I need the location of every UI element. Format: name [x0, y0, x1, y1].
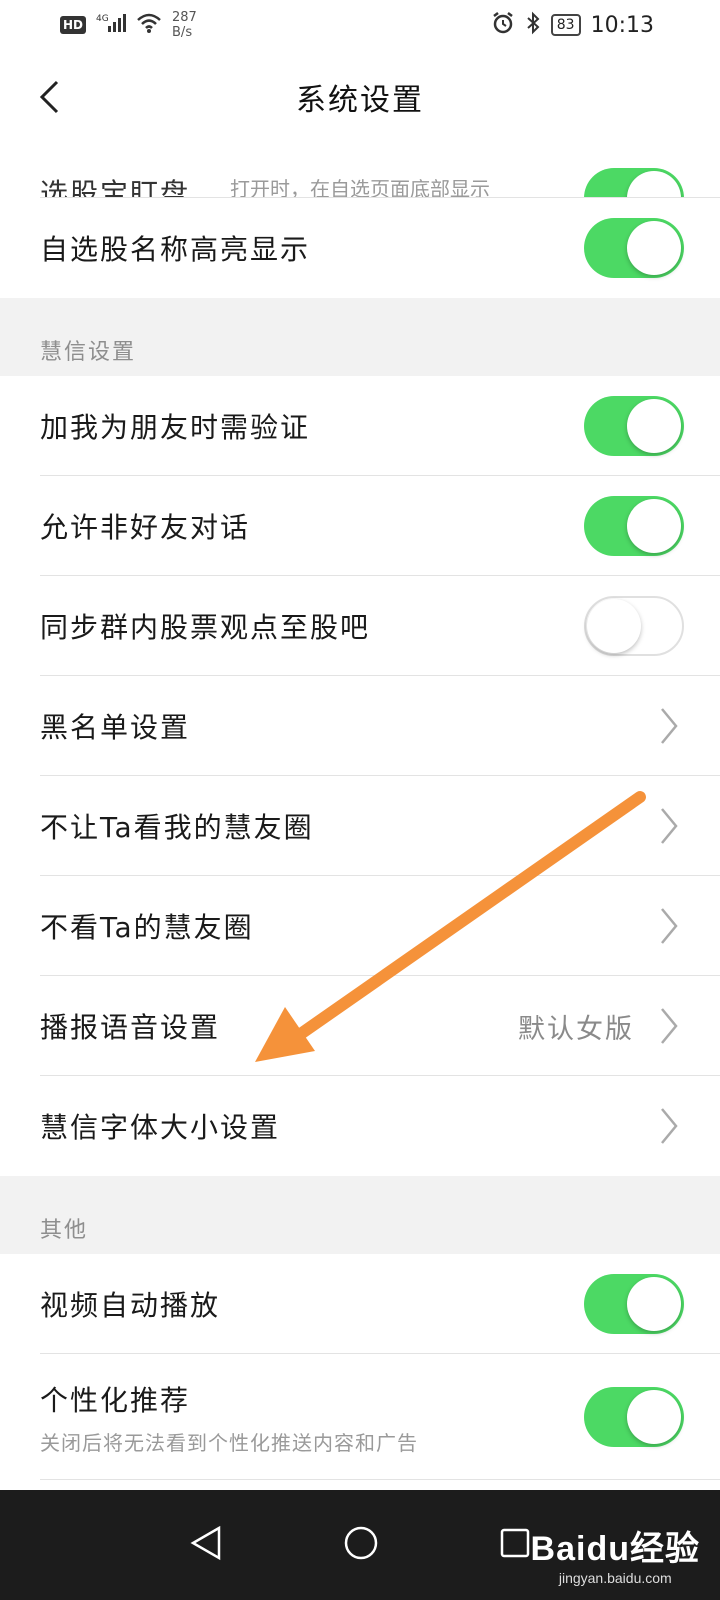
settings-row-personalized-recommend[interactable]: 个性化推荐 关闭后将无法看到个性化推送内容和广告 — [0, 1354, 720, 1480]
divider — [40, 1479, 720, 1480]
settings-row-sync-to-guba[interactable]: 同步群内股票观点至股吧 — [0, 576, 720, 676]
settings-row-video-autoplay[interactable]: 视频自动播放 — [0, 1254, 720, 1354]
toggle-knob — [627, 221, 681, 275]
battery-indicator: 83 — [550, 14, 581, 36]
back-triangle-icon[interactable] — [189, 1525, 223, 1565]
toggle-switch[interactable] — [584, 168, 684, 198]
row-label: 自选股名称高亮显示 — [40, 233, 311, 266]
toggle-switch[interactable] — [584, 496, 684, 556]
chevron-left-icon — [39, 80, 59, 114]
network-speed: 287 B/s — [172, 10, 197, 40]
row-label: 视频自动播放 — [40, 1289, 221, 1322]
row-value: 默认女版 — [518, 1013, 634, 1045]
settings-row-font-size[interactable]: 慧信字体大小设置 — [0, 1076, 720, 1176]
toggle-knob — [587, 599, 641, 653]
settings-row-friend-verify[interactable]: 加我为朋友时需验证 — [0, 376, 720, 476]
status-left: HD 4G 287 B/s — [60, 10, 197, 40]
system-nav-bar: Baidu经验 jingyan.baidu.com — [0, 1490, 720, 1600]
settings-row-blacklist[interactable]: 黑名单设置 — [0, 676, 720, 776]
bluetooth-icon — [525, 11, 541, 40]
toggle-switch[interactable] — [584, 596, 684, 656]
settings-row-allow-stranger-chat[interactable]: 允许非好友对话 — [0, 476, 720, 576]
alarm-icon — [491, 11, 515, 40]
settings-row-voice-broadcast[interactable]: 播报语音设置 默认女版 — [0, 976, 720, 1076]
back-button[interactable] — [24, 72, 74, 122]
settings-row-hide-moments-from[interactable]: 不让Ta看我的慧友圈 — [0, 776, 720, 876]
toggle-knob — [627, 399, 681, 453]
row-label: 个性化推荐 — [40, 1383, 191, 1417]
row-sublabel: 关闭后将无法看到个性化推送内容和广告 — [40, 1430, 418, 1455]
toggle-knob — [627, 171, 681, 198]
section-title: 慧信设置 — [40, 340, 137, 365]
row-label: 慧信字体大小设置 — [40, 1111, 281, 1144]
signal-icon: 4G — [96, 12, 127, 39]
baidu-watermark: Baidu经验 jingyan.baidu.com — [531, 1521, 700, 1586]
status-bar: HD 4G 287 B/s 83 10:13 — [0, 0, 720, 50]
clock: 10:13 — [590, 12, 654, 38]
row-label: 加我为朋友时需验证 — [40, 411, 311, 444]
toggle-knob — [627, 1390, 681, 1444]
watermark-main: Baidu经验 — [530, 1530, 700, 1568]
watermark-sub: jingyan.baidu.com — [558, 1570, 672, 1586]
chevron-right-icon — [654, 704, 684, 748]
row-label: 允许非好友对话 — [40, 511, 251, 544]
toggle-switch[interactable] — [584, 396, 684, 456]
row-label: 同步群内股票观点至股吧 — [40, 611, 371, 644]
chevron-right-icon — [654, 1104, 684, 1148]
row-label: 不让Ta看我的慧友圈 — [40, 811, 314, 844]
chevron-right-icon — [654, 804, 684, 848]
wifi-icon — [136, 12, 162, 39]
toggle-switch[interactable] — [584, 218, 684, 278]
home-circle-icon[interactable] — [343, 1525, 379, 1565]
row-label: 不看Ta的慧友圈 — [40, 911, 254, 944]
settings-row-stock-monitor[interactable]: 选股宝盯盘 打开时，在自选页面底部显示 — [0, 142, 720, 198]
chevron-right-icon — [654, 904, 684, 948]
network-type: 4G — [96, 14, 109, 24]
header: 系统设置 — [0, 52, 720, 142]
section-header-huixin: 慧信设置 — [0, 298, 720, 376]
row-hint: 打开时，在自选页面底部显示 — [230, 177, 491, 198]
page-title: 系统设置 — [296, 83, 424, 118]
recents-square-icon[interactable] — [499, 1527, 531, 1563]
toggle-switch[interactable] — [584, 1387, 684, 1447]
row-label: 播报语音设置 — [40, 1011, 221, 1044]
toggle-knob — [627, 499, 681, 553]
network-speed-value: 287 — [172, 10, 197, 25]
row-label: 黑名单设置 — [40, 711, 191, 744]
row-label: 选股宝盯盘 — [40, 177, 191, 198]
section-header-other: 其他 — [0, 1176, 720, 1254]
toggle-knob — [627, 1277, 681, 1331]
hd-badge: HD — [60, 16, 87, 34]
status-right: 83 10:13 — [491, 11, 654, 40]
toggle-switch[interactable] — [584, 1274, 684, 1334]
row-text: 个性化推荐 关闭后将无法看到个性化推送内容和广告 — [40, 1379, 584, 1456]
chevron-right-icon — [654, 1004, 684, 1048]
settings-row-block-moments[interactable]: 不看Ta的慧友圈 — [0, 876, 720, 976]
network-speed-unit: B/s — [172, 25, 193, 40]
section-title: 其他 — [40, 1218, 89, 1243]
settings-list: 选股宝盯盘 打开时，在自选页面底部显示 自选股名称高亮显示 慧信设置 加我为朋友… — [0, 142, 720, 1480]
settings-row-highlight-name[interactable]: 自选股名称高亮显示 — [0, 198, 720, 298]
